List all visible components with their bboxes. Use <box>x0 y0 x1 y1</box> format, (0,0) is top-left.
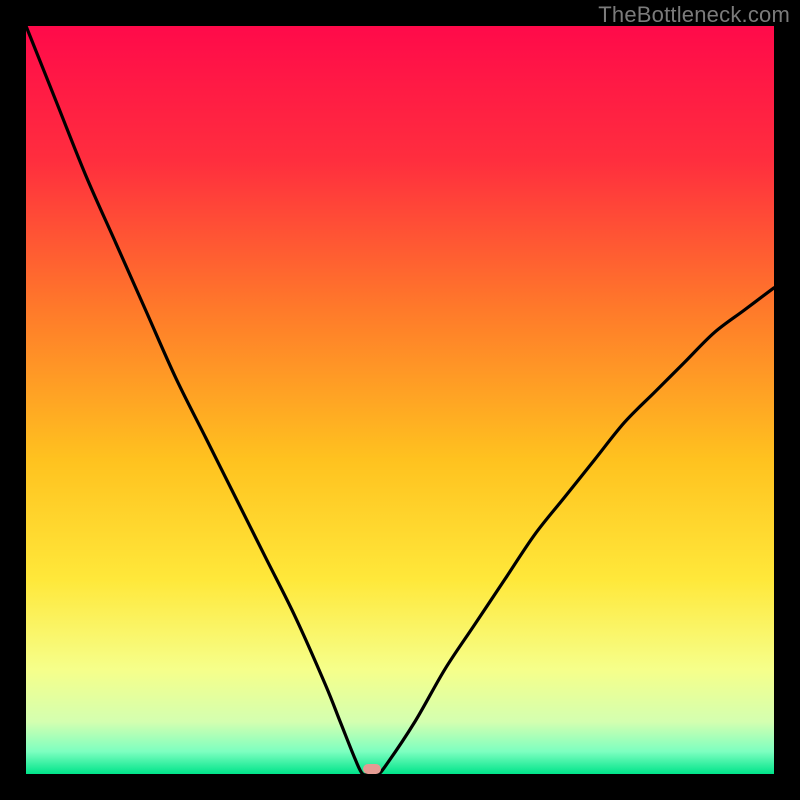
bottleneck-chart <box>0 0 800 800</box>
watermark-text: TheBottleneck.com <box>598 2 790 28</box>
optimum-marker <box>363 764 381 774</box>
plot-area <box>26 26 774 774</box>
chart-container: TheBottleneck.com <box>0 0 800 800</box>
